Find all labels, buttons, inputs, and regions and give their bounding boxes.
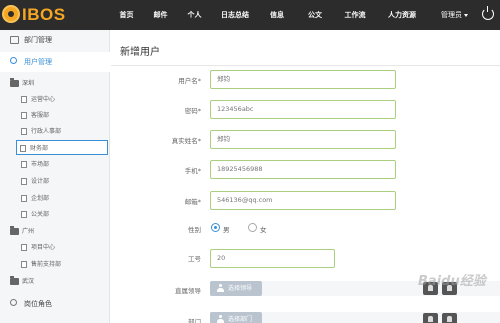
- department-label: 部门: [188, 318, 201, 323]
- page-title: 新增用户: [120, 47, 160, 58]
- gender-label: 性别: [188, 226, 201, 234]
- realname-field[interactable]: 郑钧: [210, 130, 396, 149]
- job-number-field[interactable]: 20: [210, 249, 335, 268]
- users-icon: [10, 299, 17, 306]
- tree-item-label: 运营中心: [31, 96, 56, 103]
- folder-icon: [10, 78, 19, 87]
- document-icon: [21, 128, 27, 135]
- nav-item-personal[interactable]: 个人: [178, 0, 211, 30]
- folder-icon: [217, 315, 224, 323]
- tree-folder-guangzhou[interactable]: 广州: [10, 225, 34, 239]
- tree-item[interactable]: 客服部: [18, 108, 108, 123]
- tree-folder-label: 深圳: [22, 80, 35, 87]
- power-icon[interactable]: [482, 6, 494, 20]
- document-icon: [20, 145, 26, 152]
- tree-item[interactable]: 行政人事部: [18, 124, 108, 139]
- watermark: Baidu经验: [418, 274, 486, 289]
- document-icon: [21, 96, 27, 103]
- mobile-field[interactable]: 18925456988: [210, 160, 396, 179]
- tree-item-label: 市场部: [31, 161, 50, 168]
- document-icon: [21, 178, 27, 185]
- password-label: 密码*: [184, 107, 201, 115]
- nav-item-mail[interactable]: 邮件: [143, 0, 178, 30]
- select-department-label: 选择部门: [228, 316, 253, 323]
- tree-item[interactable]: 售前支持部: [18, 257, 108, 272]
- document-icon: [21, 195, 27, 202]
- sidebar-item-label: 部门管理: [24, 36, 52, 44]
- select-supervisor-label: 选择领导: [228, 285, 253, 292]
- gender-option-female: 女: [260, 226, 267, 234]
- document-icon: [21, 112, 27, 119]
- top-bar: IBOS 首页 邮件 个人 日志总结 信息 公文 工作流 人力资源 管理员: [0, 0, 500, 30]
- email-field[interactable]: 546136@qq.com: [210, 191, 396, 210]
- tree-item[interactable]: 公关部: [18, 207, 108, 222]
- username-field[interactable]: 郑钧: [210, 70, 396, 89]
- folder-icon: [10, 226, 19, 235]
- document-icon: [21, 161, 27, 168]
- divider: [111, 65, 500, 66]
- tree-folder-label: 武汉: [22, 278, 35, 285]
- select-department-button[interactable]: 选择部门: [210, 312, 262, 323]
- tree-item-label: 项目中心: [31, 244, 56, 251]
- person-icon: [217, 284, 224, 292]
- tree-item-selected[interactable]: 财务部: [16, 140, 108, 155]
- nav-item-hr[interactable]: 人力资源: [375, 0, 429, 30]
- tree-item-label: 设计部: [31, 178, 50, 185]
- mobile-label: 手机*: [184, 167, 201, 175]
- tree-item[interactable]: 设计部: [18, 174, 108, 189]
- tree-item-label: 客服部: [31, 112, 50, 119]
- tree-folder-wuhan[interactable]: 武汉: [10, 275, 34, 289]
- gender-option-male: 男: [223, 226, 230, 234]
- realname-label: 真实姓名*: [171, 137, 201, 145]
- sidebar-item-position-role[interactable]: 岗位角色: [0, 294, 110, 314]
- logo-text: IBOS: [22, 5, 66, 24]
- logo-mark: [2, 5, 20, 23]
- tree-item[interactable]: 市场部: [18, 157, 108, 172]
- tree-item[interactable]: 企划部: [18, 191, 108, 206]
- tree-item[interactable]: 项目中心: [18, 240, 108, 255]
- username-label: 用户名*: [178, 77, 201, 85]
- document-icon: [21, 244, 27, 251]
- tree-folder-label: 广州: [22, 228, 35, 235]
- ibos-logo[interactable]: IBOS: [2, 4, 65, 26]
- email-label: 邮箱*: [184, 198, 201, 206]
- tree-item-label: 公关部: [31, 211, 50, 218]
- sidebar-item-label: 用户管理: [24, 58, 52, 66]
- gender-radio-male[interactable]: [211, 223, 220, 232]
- lock-icon[interactable]: [442, 313, 457, 323]
- password-field[interactable]: 123456abc: [210, 100, 396, 119]
- sidebar-item-dept-manage[interactable]: 部门管理: [0, 30, 110, 50]
- tree-item[interactable]: 运营中心: [18, 92, 108, 107]
- user-icon: [10, 57, 17, 64]
- select-supervisor-button[interactable]: 选择领导: [210, 281, 262, 296]
- nav-item-home[interactable]: 首页: [110, 0, 143, 30]
- folder-icon: [10, 276, 19, 285]
- document-icon: [21, 211, 27, 218]
- nav-item-message[interactable]: 信息: [259, 0, 295, 30]
- sidebar: 部门管理 用户管理 深圳 运营中心 客服部 行政人事部 财务部 市场部 设计部 …: [0, 30, 110, 323]
- user-menu[interactable]: 管理员: [441, 0, 468, 30]
- lock-icon[interactable]: [423, 313, 438, 323]
- sidebar-item-label: 岗位角色: [24, 300, 52, 308]
- job-number-label: 工号: [188, 255, 201, 263]
- chevron-down-icon: [464, 13, 468, 17]
- tree-item-label: 行政人事部: [31, 128, 62, 135]
- tree-item-label: 企划部: [31, 195, 50, 202]
- tree-folder-shenzhen[interactable]: 深圳: [10, 77, 34, 91]
- nav-item-workflow[interactable]: 工作流: [335, 0, 375, 30]
- user-menu-label: 管理员: [441, 11, 462, 19]
- sidebar-item-user-manage[interactable]: 用户管理: [0, 52, 110, 72]
- document-icon: [21, 261, 27, 268]
- tree-item-label: 财务部: [30, 145, 49, 152]
- tree-item-label: 售前支持部: [31, 261, 62, 268]
- gender-radio-female[interactable]: [248, 223, 257, 232]
- nav-item-diary[interactable]: 日志总结: [211, 0, 259, 30]
- department-icon: [10, 36, 19, 44]
- supervisor-label: 直属领导: [175, 287, 201, 295]
- nav-item-document[interactable]: 公文: [295, 0, 335, 30]
- main-nav: 首页 邮件 个人 日志总结 信息 公文 工作流 人力资源: [110, 0, 429, 30]
